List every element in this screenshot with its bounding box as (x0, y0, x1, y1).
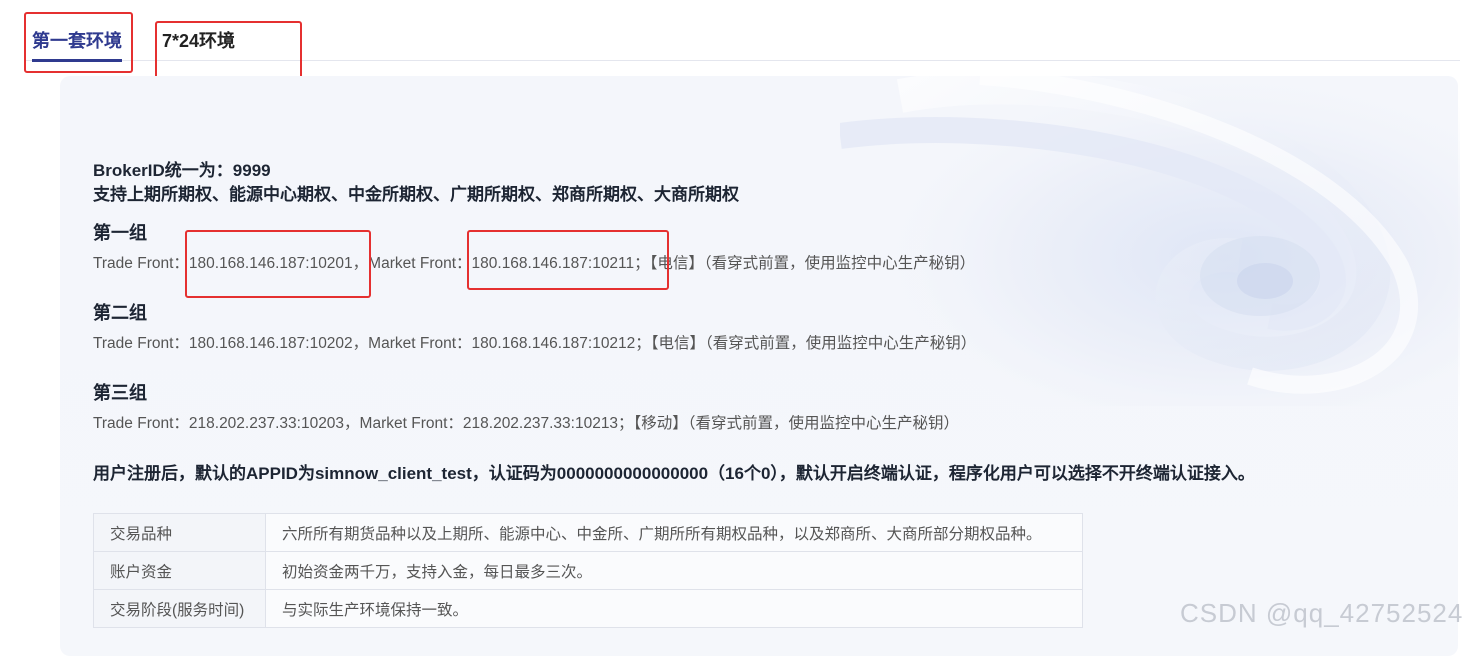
active-tab-indicator (32, 59, 122, 62)
tab-bar: 第一套环境 7*24环境 (0, 0, 1472, 62)
group-3-detail: Trade Front：218.202.237.33:10203，Market … (93, 415, 960, 432)
table-row: 交易阶段(服务时间) 与实际生产环境保持一致。 (93, 589, 1083, 628)
table-row: 交易品种 六所所有期货品种以及上期所、能源中心、中金所、广期所所有期权品种，以及… (93, 513, 1083, 552)
table-value-cell: 初始资金两千万，支持入金，每日最多三次。 (265, 551, 1083, 590)
supported-options-line: 支持上期所期权、能源中心期权、中金所期权、广期所期权、郑商所期权、大商所期权 (93, 185, 739, 204)
group-3-title: 第三组 (93, 383, 147, 403)
tab-7x24-environment[interactable]: 7*24环境 (162, 30, 235, 52)
table-row: 账户资金 初始资金两千万，支持入金，每日最多三次。 (93, 551, 1083, 590)
group-2-title: 第二组 (93, 303, 147, 323)
table-key-cell: 账户资金 (93, 551, 266, 590)
table-value-cell: 与实际生产环境保持一致。 (265, 589, 1083, 628)
table-value-cell: 六所所有期货品种以及上期所、能源中心、中金所、广期所所有期权品种，以及郑商所、大… (265, 513, 1083, 552)
environment-info-table: 交易品种 六所所有期货品种以及上期所、能源中心、中金所、广期所所有期权品种，以及… (93, 513, 1083, 628)
group-2-detail: Trade Front：180.168.146.187:10202，Market… (93, 335, 977, 352)
broker-id-line: BrokerID统一为：9999 (93, 161, 271, 180)
group-1-detail: Trade Front：180.168.146.187:10201，Market… (93, 255, 976, 272)
group-1-title: 第一组 (93, 223, 147, 243)
tab-divider (24, 60, 1460, 61)
table-key-cell: 交易品种 (93, 513, 266, 552)
watermark-text: CSDN @qq_42752524 (1180, 598, 1464, 628)
appid-notice: 用户注册后，默认的APPID为simnow_client_test，认证码为00… (93, 464, 1255, 483)
tab-first-environment[interactable]: 第一套环境 (32, 30, 122, 52)
table-key-cell: 交易阶段(服务时间) (93, 589, 266, 628)
